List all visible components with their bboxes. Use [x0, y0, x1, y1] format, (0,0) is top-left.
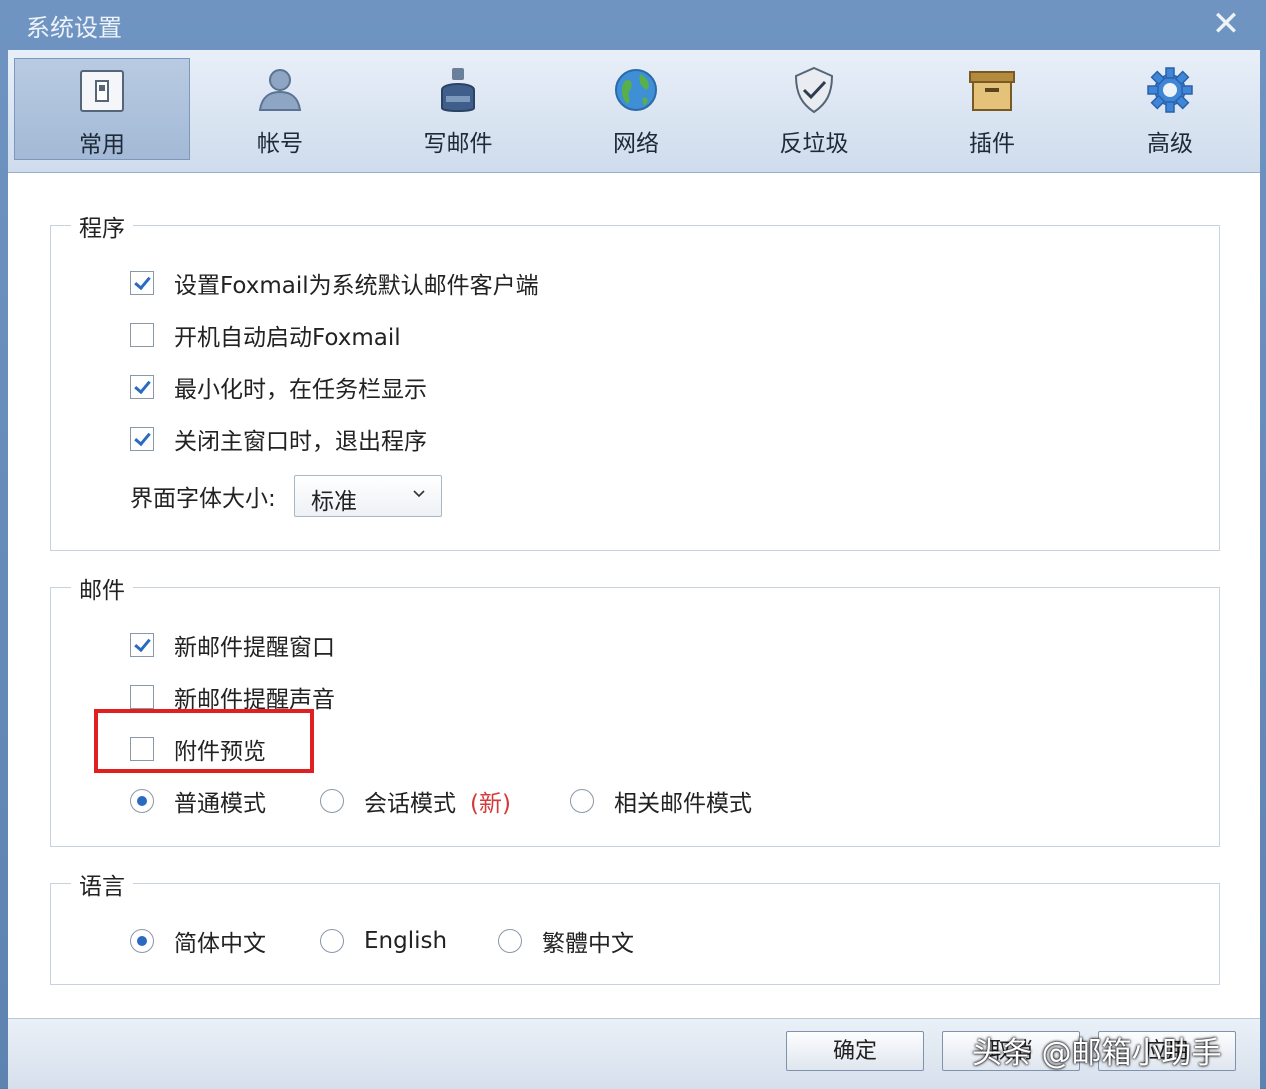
conversation-mode-radio[interactable] [320, 789, 344, 813]
font-size-select[interactable]: 标准 [294, 475, 442, 517]
tab-label: 反垃圾 [779, 131, 849, 157]
font-size-label: 界面字体大小: [130, 481, 276, 512]
inkwell-icon [441, 68, 475, 112]
autostart-checkbox[interactable] [130, 323, 154, 347]
traditional-chinese-option[interactable]: 繁體中文 [498, 926, 634, 957]
language-legend: 语言 [71, 867, 133, 901]
tab-label: 高级 [1147, 131, 1193, 157]
tab-label: 写邮件 [423, 131, 493, 157]
mail-legend: 邮件 [71, 571, 133, 605]
conversation-mode-option[interactable]: 会话模式 (新) [320, 786, 511, 817]
tab-account[interactable]: 帐号 [192, 58, 368, 160]
simplified-chinese-radio[interactable] [130, 929, 154, 953]
settings-panel: 程序 设置Foxmail为系统默认邮件客户端 开机自动启动Foxmail 最小化… [8, 173, 1260, 1018]
taskbar-checkbox[interactable] [130, 375, 154, 399]
window-title: 系统设置 [26, 14, 122, 42]
tab-label: 帐号 [257, 131, 303, 157]
english-option[interactable]: English [320, 926, 447, 956]
settings-window: 系统设置 ✕ 常用 帐号 写邮件 网络 反垃圾 插件 高级 程序 设置Foxma… [0, 0, 1266, 1089]
autostart-option[interactable]: 开机自动启动Foxmail [130, 320, 401, 351]
default-client-checkbox[interactable] [130, 271, 154, 295]
device-icon [80, 70, 124, 112]
option-label: 会话模式 [364, 791, 456, 817]
tab-compose[interactable]: 写邮件 [370, 58, 546, 160]
taskbar-option[interactable]: 最小化时，在任务栏显示 [130, 372, 427, 403]
related-mode-option[interactable]: 相关邮件模式 [570, 786, 752, 817]
tab-label: 插件 [969, 131, 1015, 157]
option-label: 相关邮件模式 [614, 791, 752, 817]
shield-check-icon [794, 66, 834, 114]
option-label: 繁體中文 [542, 931, 634, 957]
gear-icon [1147, 67, 1193, 113]
new-mail-popup-checkbox[interactable] [130, 633, 154, 657]
new-badge: (新) [470, 791, 511, 817]
tab-advanced[interactable]: 高级 [1082, 58, 1258, 160]
title-bar: 系统设置 ✕ [0, 0, 1266, 48]
normal-mode-option[interactable]: 普通模式 [130, 786, 266, 817]
attachment-preview-checkbox[interactable] [130, 737, 154, 761]
exit-on-close-checkbox[interactable] [130, 427, 154, 451]
option-label: 简体中文 [174, 931, 266, 957]
chevron-down-icon [413, 490, 425, 498]
tab-general[interactable]: 常用 [14, 58, 190, 160]
settings-tabs: 常用 帐号 写邮件 网络 反垃圾 插件 高级 [8, 50, 1260, 173]
close-icon[interactable]: ✕ [1206, 6, 1246, 42]
english-radio[interactable] [320, 929, 344, 953]
option-label: 最小化时，在任务栏显示 [174, 377, 427, 403]
related-mode-radio[interactable] [570, 789, 594, 813]
tab-label: 常用 [79, 132, 125, 158]
simplified-chinese-option[interactable]: 简体中文 [130, 926, 266, 957]
new-mail-sound-checkbox[interactable] [130, 685, 154, 709]
tab-network[interactable]: 网络 [548, 58, 724, 160]
globe-icon [615, 69, 657, 111]
option-label: 普通模式 [174, 791, 266, 817]
exit-on-close-option[interactable]: 关闭主窗口时，退出程序 [130, 424, 427, 455]
box-icon [969, 71, 1015, 111]
new-mail-popup-option[interactable]: 新邮件提醒窗口 [130, 630, 335, 661]
option-label: 新邮件提醒窗口 [174, 635, 335, 661]
default-client-option[interactable]: 设置Foxmail为系统默认邮件客户端 [130, 268, 539, 299]
user-icon [258, 69, 302, 111]
option-label: 新邮件提醒声音 [174, 687, 335, 713]
option-label: 开机自动启动Foxmail [174, 325, 401, 351]
attachment-preview-option[interactable]: 附件预览 [130, 734, 266, 765]
option-label: 关闭主窗口时，退出程序 [174, 429, 427, 455]
traditional-chinese-radio[interactable] [498, 929, 522, 953]
option-label: 附件预览 [174, 739, 266, 765]
font-size-value: 标准 [311, 489, 357, 515]
option-label: 设置Foxmail为系统默认邮件客户端 [174, 273, 539, 299]
normal-mode-radio[interactable] [130, 789, 154, 813]
font-size-label-text: 界面字体大小: [130, 486, 276, 512]
new-mail-sound-option[interactable]: 新邮件提醒声音 [130, 682, 335, 713]
tab-label: 网络 [613, 131, 659, 157]
watermark: 头条 @邮箱小助手 [972, 1036, 1222, 1071]
program-legend: 程序 [71, 209, 133, 243]
tab-plugins[interactable]: 插件 [904, 58, 1080, 160]
tab-antispam[interactable]: 反垃圾 [726, 58, 902, 160]
option-label: English [364, 928, 448, 954]
ok-button[interactable]: 确定 [786, 1031, 924, 1071]
